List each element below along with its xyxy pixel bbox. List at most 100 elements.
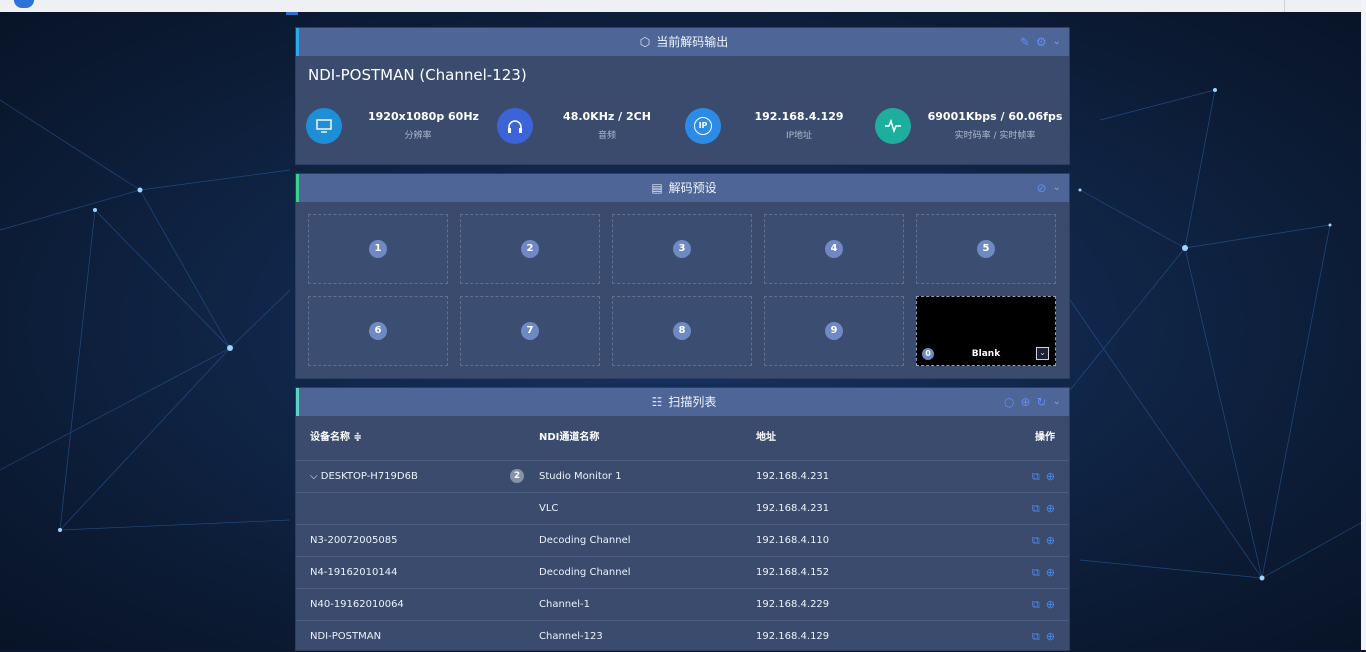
- search-icon[interactable]: ○: [1004, 396, 1014, 408]
- ip-label: IP地址: [785, 131, 813, 141]
- preview-icon[interactable]: ⧉: [1032, 525, 1040, 556]
- top-bar: [0, 0, 1366, 15]
- add-circle-icon[interactable]: ⊕: [1046, 621, 1055, 652]
- add-circle-icon[interactable]: ⊕: [1020, 396, 1030, 408]
- decode-presets-tools: ⊘ ⌄: [1037, 174, 1061, 202]
- row-actions: ⧉ ⊕: [1032, 557, 1055, 588]
- preview-icon[interactable]: ⧉: [1032, 589, 1040, 620]
- chevron-down-icon[interactable]: ⌄: [1053, 37, 1061, 47]
- table-row[interactable]: ⌵ DESKTOP-H719D6B 2 Studio Monitor 1 192…: [296, 460, 1069, 492]
- disable-icon[interactable]: ⊘: [1037, 182, 1047, 194]
- add-circle-icon[interactable]: ⊕: [1046, 525, 1055, 556]
- resolution-label: 分辨率: [404, 131, 432, 141]
- gear-icon[interactable]: ⚙: [1036, 36, 1047, 48]
- preview-icon[interactable]: ⧉: [1032, 461, 1040, 492]
- edit-icon[interactable]: ✎: [1020, 36, 1030, 48]
- table-row[interactable]: N3-20072005085 Decoding Channel 192.168.…: [296, 524, 1069, 556]
- row-channel: VLC: [539, 503, 559, 514]
- preset-blank-label: Blank: [971, 349, 1001, 359]
- preset-dropdown-icon[interactable]: ⌄: [1036, 347, 1049, 360]
- decode-presets-panel: ▤ 解码预设 ⊘ ⌄ 1 2 3 4 5 6 7 8 9 0 Blank ⌄: [296, 174, 1069, 378]
- add-circle-icon[interactable]: ⊕: [1046, 557, 1055, 588]
- resolution-value: 1920x1080p 60Hz: [368, 110, 479, 123]
- column-device[interactable]: 设备名称 ≑: [310, 424, 362, 452]
- preset-number: 2: [521, 240, 539, 258]
- row-device[interactable]: ⌵ DESKTOP-H719D6B: [310, 461, 418, 492]
- row-actions: ⧉ ⊕: [1032, 621, 1055, 652]
- preset-number: 9: [825, 322, 843, 340]
- current-output-panel: ⬡ 当前解码输出 ✎ ⚙ ⌄ NDI-POSTMAN (Channel-123) …: [296, 28, 1069, 164]
- decode-presets-header: ▤ 解码预设 ⊘ ⌄: [296, 174, 1069, 202]
- preset-slot-9[interactable]: 9: [764, 296, 904, 366]
- pulse-icon: [875, 108, 911, 144]
- row-device: N4-19162010144: [310, 567, 398, 578]
- table-header: 设备名称 ≑ NDI通道名称 地址 操作: [296, 424, 1069, 452]
- audio-label: 音频: [597, 131, 616, 141]
- row-actions: ⧉ ⊕: [1032, 589, 1055, 620]
- table-row[interactable]: NDI-POSTMAN Channel-123 192.168.4.129 ⧉ ⊕: [296, 620, 1069, 652]
- preset-slot-5[interactable]: 5: [916, 214, 1056, 284]
- table-row[interactable]: N40-19162010064 Channel-1 192.168.4.229 …: [296, 588, 1069, 620]
- monitor-icon: [306, 108, 342, 144]
- current-output-title-text: 当前解码输出: [656, 35, 729, 49]
- preset-number: 7: [521, 322, 539, 340]
- add-circle-icon[interactable]: ⊕: [1046, 589, 1055, 620]
- current-output-header: ⬡ 当前解码输出 ✎ ⚙ ⌄: [296, 28, 1069, 56]
- add-circle-icon[interactable]: ⊕: [1046, 493, 1055, 524]
- table-row[interactable]: VLC 192.168.4.231 ⧉ ⊕: [296, 492, 1069, 524]
- row-channel: Channel-123: [539, 631, 603, 642]
- row-channel: Decoding Channel: [539, 535, 631, 546]
- audio-value: 48.0KHz / 2CH: [563, 110, 651, 123]
- current-output-title: ⬡ 当前解码输出: [299, 28, 1069, 56]
- row-address: 192.168.4.129: [756, 631, 830, 642]
- preset-slot-8[interactable]: 8: [612, 296, 752, 366]
- preset-slot-4[interactable]: 4: [764, 214, 904, 284]
- preset-number: 8: [673, 322, 691, 340]
- preset-number: 5: [977, 240, 995, 258]
- preset-slot-1[interactable]: 1: [308, 214, 448, 284]
- stat-audio: 48.0KHz / 2CH 音频: [497, 106, 667, 150]
- preset-slot-6[interactable]: 6: [308, 296, 448, 366]
- top-bar-indicator: [286, 12, 298, 15]
- preset-slot-2[interactable]: 2: [460, 214, 600, 284]
- refresh-icon[interactable]: ↻: [1037, 396, 1047, 408]
- preset-number: 4: [825, 240, 843, 258]
- scan-list-tools: ○ ⊕ ↻ ⌄: [1004, 388, 1061, 416]
- row-address: 192.168.4.110: [756, 535, 830, 546]
- row-channel: Channel-1: [539, 599, 591, 610]
- ip-icon: IP: [685, 108, 721, 144]
- preview-icon[interactable]: ⧉: [1032, 557, 1040, 588]
- decode-presets-title: ▤ 解码预设: [299, 174, 1069, 202]
- document-icon: ▤: [651, 181, 663, 195]
- table-row[interactable]: N4-19162010144 Decoding Channel 192.168.…: [296, 556, 1069, 588]
- row-address: 192.168.4.229: [756, 599, 830, 610]
- row-channel: Decoding Channel: [539, 567, 631, 578]
- preview-icon[interactable]: ⧉: [1032, 621, 1040, 652]
- preset-number: 6: [369, 322, 387, 340]
- headphones-icon: [497, 108, 533, 144]
- preset-number: 3: [673, 240, 691, 258]
- add-circle-icon[interactable]: ⊕: [1046, 461, 1055, 492]
- device-name: NDI-POSTMAN (Channel-123): [308, 66, 527, 84]
- stat-bitrate: 69001Kbps / 60.06fps 实时码率 / 实时帧率: [875, 106, 1065, 150]
- chevron-down-icon[interactable]: ⌄: [1053, 183, 1061, 193]
- preset-slot-3[interactable]: 3: [612, 214, 752, 284]
- preset-slot-blank[interactable]: 0 Blank ⌄: [916, 296, 1056, 366]
- top-bar-divider: [1284, 0, 1285, 12]
- row-channel: Studio Monitor 1: [539, 471, 622, 482]
- row-address: 192.168.4.231: [756, 471, 830, 482]
- bitrate-label: 实时码率 / 实时帧率: [954, 131, 1036, 141]
- column-channel: NDI通道名称: [539, 432, 600, 443]
- scan-list-panel: ☷ 扫描列表 ○ ⊕ ↻ ⌄ 设备名称 ≑ NDI通道名称 地址 操作 ⌵ DES…: [296, 388, 1069, 650]
- stat-ip: IP 192.168.4.129 IP地址: [685, 106, 855, 150]
- row-actions: ⧉ ⊕: [1032, 493, 1055, 524]
- preset-slot-7[interactable]: 7: [460, 296, 600, 366]
- chevron-down-icon[interactable]: ⌄: [1053, 397, 1061, 407]
- preview-icon[interactable]: ⧉: [1032, 493, 1040, 524]
- current-output-tools: ✎ ⚙ ⌄: [1020, 28, 1061, 56]
- scan-list-title: ☷ 扫描列表: [299, 388, 1069, 416]
- preset-number: 1: [369, 240, 387, 258]
- scan-list-title-text: 扫描列表: [668, 395, 717, 409]
- ip-value: 192.168.4.129: [754, 110, 844, 123]
- column-actions: 操作: [1035, 432, 1055, 443]
